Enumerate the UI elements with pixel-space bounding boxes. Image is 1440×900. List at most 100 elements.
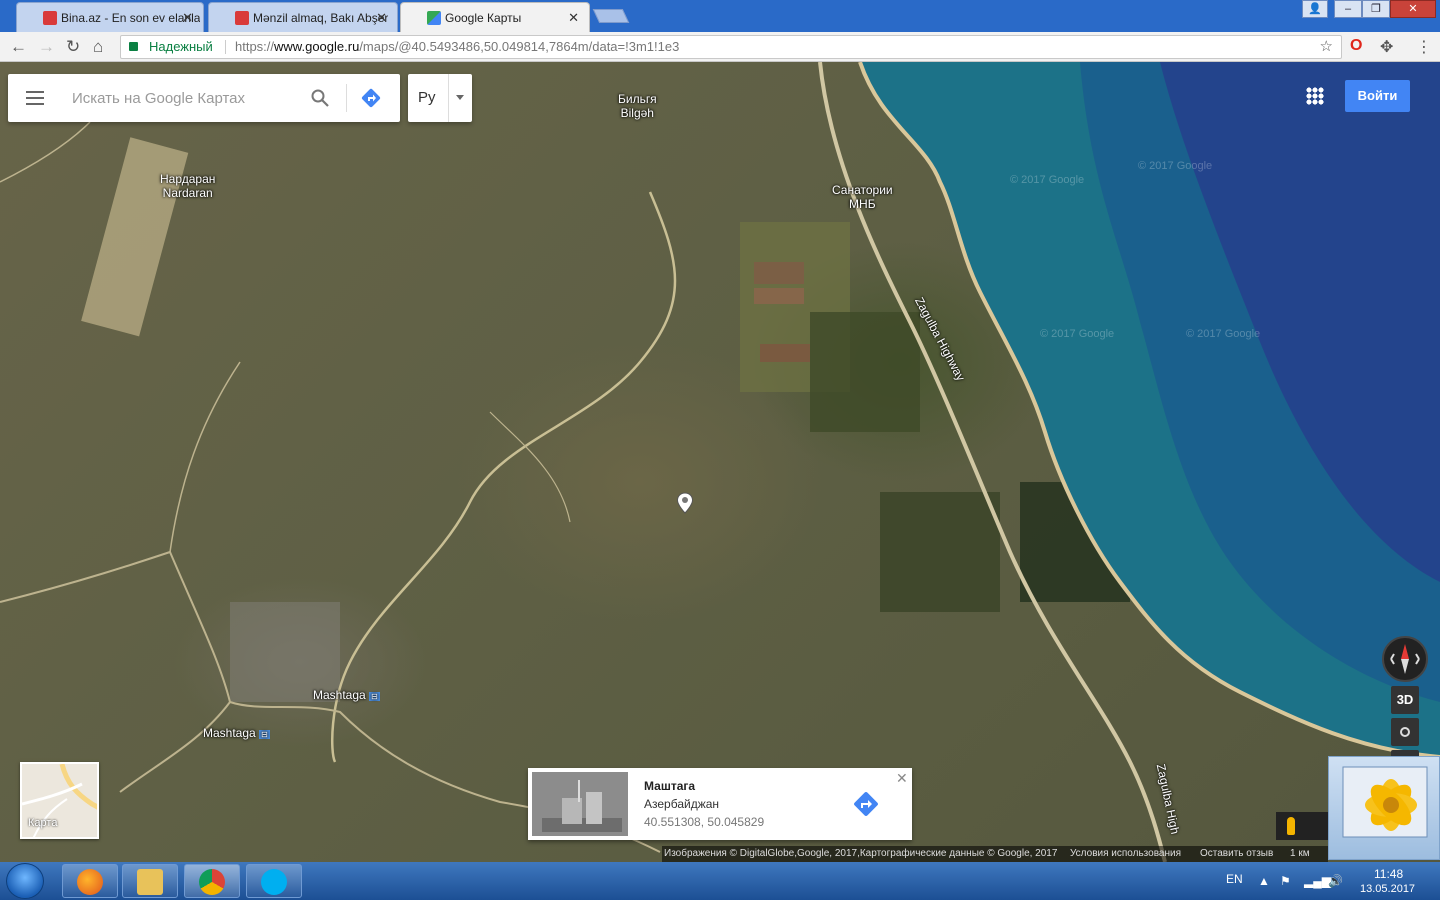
- tab-close-icon[interactable]: ✕: [182, 10, 193, 26]
- bina-favicon-icon: [43, 11, 57, 25]
- search-input[interactable]: [72, 86, 292, 110]
- tab-label: Mənzil almaq, Bakı Abşer: [253, 11, 389, 25]
- tab-close-icon[interactable]: ✕: [568, 10, 579, 26]
- copyright-watermark: © 2017 Google: [1010, 174, 1085, 186]
- copyright-watermark: © 2017 Google: [1186, 328, 1261, 340]
- place-name: Маштага: [644, 779, 696, 793]
- url-prefix: https://: [235, 39, 275, 54]
- restore-button[interactable]: ❐: [1362, 0, 1390, 18]
- url-host: www.google.ru: [274, 39, 360, 54]
- terms-link[interactable]: Условия использования: [1070, 846, 1181, 862]
- location-pin-icon[interactable]: [676, 492, 694, 514]
- label-line: МНБ: [849, 197, 876, 211]
- directions-icon[interactable]: [360, 87, 382, 109]
- scale-label: 1 км: [1290, 848, 1310, 859]
- close-window-button[interactable]: ✕: [1390, 0, 1436, 18]
- google-apps-grid-icon[interactable]: [1306, 87, 1324, 105]
- extensions-puzzle-icon[interactable]: ✥: [1380, 37, 1393, 57]
- map-attribution: Изображения © DigitalGlobe,Google, 2017,…: [662, 846, 1328, 862]
- rail-station-icon: ⊟: [369, 692, 380, 701]
- start-button[interactable]: [6, 863, 44, 899]
- label-line: Санатории: [832, 183, 893, 197]
- toggle-3d-button[interactable]: 3D: [1391, 686, 1419, 714]
- browser-tab-strip: Bina.az - En son ev elanla ✕ Mənzil alma…: [0, 0, 1440, 32]
- opera-extension-icon[interactable]: O: [1350, 37, 1362, 55]
- label-line: Бильгя: [618, 92, 657, 106]
- label-line: Nardaran: [162, 186, 213, 200]
- tab-menzil[interactable]: Mənzil almaq, Bakı Abşer ✕: [208, 2, 398, 32]
- chevron-down-icon[interactable]: [456, 95, 464, 100]
- taskbar-chrome[interactable]: [184, 864, 240, 898]
- label-line: Bilgəh: [620, 106, 654, 120]
- minimize-button[interactable]: –: [1334, 0, 1362, 18]
- firefox-icon: [77, 869, 103, 895]
- folder-icon: [137, 869, 163, 895]
- plowed-field: [754, 262, 804, 284]
- divider: [346, 84, 347, 112]
- map-label-sanatorium: Санатории МНБ: [832, 183, 893, 211]
- search-icon[interactable]: [310, 88, 330, 108]
- town-area: [230, 602, 340, 702]
- bookmark-star-icon[interactable]: ☆: [1320, 36, 1333, 58]
- windows-taskbar: [0, 862, 1440, 900]
- close-icon[interactable]: ✕: [896, 770, 908, 787]
- new-tab-button[interactable]: [592, 9, 630, 23]
- imagery-thumbnail-button[interactable]: [1306, 812, 1328, 840]
- input-language[interactable]: EN: [1226, 872, 1243, 886]
- reload-icon[interactable]: ↻: [66, 37, 80, 57]
- copyright-watermark: © 2017 Google: [1040, 328, 1115, 340]
- user-profile-button[interactable]: 👤: [1302, 0, 1328, 18]
- label-line: Нардаран: [160, 172, 216, 186]
- my-location-button[interactable]: [1391, 718, 1419, 746]
- taskbar-firefox[interactable]: [62, 864, 118, 898]
- tab-close-icon[interactable]: ✕: [376, 10, 387, 26]
- browser-menu-icon[interactable]: ⋮: [1416, 37, 1432, 57]
- place-info-card[interactable]: Маштага Азербайджан 40.551308, 50.045829…: [528, 768, 912, 840]
- tab-label: Bina.az - En son ev elanla: [61, 11, 201, 25]
- place-photo[interactable]: [532, 772, 628, 836]
- address-bar[interactable]: Надежный https://www.google.ru/maps/@40.…: [120, 35, 1342, 59]
- label-line: Mashtaga: [313, 688, 366, 702]
- satellite-map[interactable]: Бильгя Bilgəh Нардаран Nardaran Санатори…: [0, 62, 1440, 862]
- chrome-icon: [199, 869, 225, 895]
- map-label-nardaran: Нардаран Nardaran: [160, 172, 215, 200]
- action-center-flag-icon[interactable]: ⚑: [1280, 874, 1291, 888]
- pegman-icon: [1287, 817, 1295, 835]
- secure-label: Надежный: [149, 39, 213, 54]
- skype-icon: [261, 869, 287, 895]
- volume-icon[interactable]: 🔊: [1328, 874, 1343, 888]
- back-arrow-icon[interactable]: ←: [10, 37, 27, 57]
- desktop-gadget[interactable]: [1328, 756, 1440, 860]
- pegman-button[interactable]: [1276, 812, 1306, 840]
- tab-google-maps[interactable]: Google Карты ✕: [400, 2, 590, 32]
- map-type-toggle[interactable]: Карта: [20, 762, 99, 839]
- road: [119, 701, 231, 793]
- bina-favicon-icon: [235, 11, 249, 25]
- hamburger-menu-icon[interactable]: [26, 91, 44, 105]
- google-maps-favicon-icon: [427, 11, 441, 25]
- flower-picture-icon: [1342, 766, 1428, 838]
- language-selector[interactable]: Ру: [408, 74, 472, 122]
- tab-bina[interactable]: Bina.az - En son ev elanla ✕: [16, 2, 204, 32]
- url-text[interactable]: https://www.google.ru/maps/@40.5493486,5…: [235, 36, 679, 58]
- place-country: Азербайджан: [644, 797, 720, 811]
- quarry-area: [81, 137, 189, 337]
- forward-arrow-icon[interactable]: →: [38, 37, 55, 57]
- network-signal-icon[interactable]: ▂▄▆: [1304, 874, 1331, 888]
- taskbar-skype[interactable]: [246, 864, 302, 898]
- road: [169, 361, 241, 553]
- show-hidden-icons-icon[interactable]: ▲: [1258, 874, 1270, 888]
- place-coordinates: 40.551308, 50.045829: [644, 815, 765, 829]
- search-panel: [8, 74, 400, 122]
- compass-control[interactable]: [1382, 636, 1428, 682]
- clock-time[interactable]: 11:48: [1374, 867, 1403, 881]
- home-icon[interactable]: ⌂: [93, 37, 103, 57]
- feedback-link[interactable]: Оставить отзыв: [1200, 846, 1273, 862]
- clock-date[interactable]: 13.05.2017: [1360, 883, 1415, 895]
- lock-icon: [129, 42, 138, 51]
- map-type-label: Карта: [28, 817, 58, 829]
- language-value: Ру: [418, 89, 436, 106]
- sign-in-button[interactable]: Войти: [1345, 80, 1410, 112]
- taskbar-explorer[interactable]: [122, 864, 178, 898]
- directions-icon[interactable]: [852, 790, 880, 818]
